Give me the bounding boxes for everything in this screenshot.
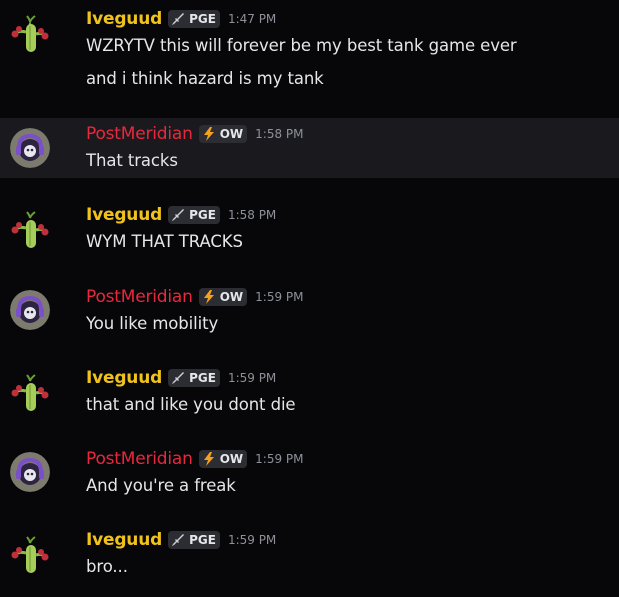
message-header: Iveguud PGE 1:58 PM [86,204,619,226]
lightning-icon [202,452,216,466]
message-text: that and like you dont die [86,395,296,414]
chat-messages: Iveguud PGE 1:47 PM WZRYTV this will for… [0,0,619,597]
cactus-avatar-icon[interactable] [10,533,50,573]
tag-label: OW [219,290,244,304]
sword-icon [171,371,185,385]
message-header: Iveguud PGE 1:59 PM [86,367,619,389]
sword-icon [171,208,185,222]
message-1[interactable]: Iveguud PGE 1:47 PM WZRYTV this will for… [0,8,619,96]
guild-tag[interactable]: PGE [168,369,220,387]
username[interactable]: Iveguud [86,530,162,550]
message-text: You like mobility [86,314,219,333]
cactus-avatar-icon[interactable] [10,208,50,248]
message-text: And you're a freak [86,476,236,495]
message-text: That tracks [86,151,178,170]
tag-label: PGE [189,12,216,26]
message-text: bro... [86,557,128,576]
guild-tag[interactable]: OW [198,288,248,306]
timestamp[interactable]: 1:59 PM [255,452,303,466]
username[interactable]: PostMeridian [86,449,193,469]
timestamp[interactable]: 1:59 PM [228,533,276,547]
message-header: Iveguud PGE 1:59 PM [86,529,619,551]
username[interactable]: PostMeridian [86,124,193,144]
sword-icon [171,12,185,26]
message-header: Iveguud PGE 1:47 PM [86,8,619,30]
message-4[interactable]: PostMeridian OW 1:59 PM You like mobilit… [0,286,619,342]
username[interactable]: Iveguud [86,205,162,225]
tag-label: PGE [189,208,216,222]
tag-label: PGE [189,533,216,547]
guild-tag[interactable]: OW [198,125,248,143]
headset-avatar-icon[interactable] [10,128,50,168]
message-header: PostMeridian OW 1:58 PM [86,123,619,145]
cactus-avatar-icon[interactable] [10,12,50,52]
tag-label: OW [219,452,244,466]
message-header: PostMeridian OW 1:59 PM [86,286,619,308]
username[interactable]: Iveguud [86,9,162,29]
username[interactable]: Iveguud [86,368,162,388]
timestamp[interactable]: 1:59 PM [228,371,276,385]
guild-tag[interactable]: OW [198,450,248,468]
message-text: WZRYTV this will forever be my best tank… [86,36,517,55]
lightning-icon [202,127,216,141]
headset-avatar-icon[interactable] [10,290,50,330]
timestamp[interactable]: 1:47 PM [228,12,276,26]
guild-tag[interactable]: PGE [168,531,220,549]
tag-label: PGE [189,371,216,385]
message-text: and i think hazard is my tank [86,69,324,88]
username[interactable]: PostMeridian [86,287,193,307]
timestamp[interactable]: 1:59 PM [255,290,303,304]
cactus-avatar-icon[interactable] [10,371,50,411]
message-2[interactable]: PostMeridian OW 1:58 PM That tracks [0,118,619,178]
headset-avatar-icon[interactable] [10,452,50,492]
sword-icon [171,533,185,547]
message-header: PostMeridian OW 1:59 PM [86,448,619,470]
guild-tag[interactable]: PGE [168,10,220,28]
message-7[interactable]: Iveguud PGE 1:59 PM bro... [0,529,619,585]
timestamp[interactable]: 1:58 PM [228,208,276,222]
lightning-icon [202,290,216,304]
message-5[interactable]: Iveguud PGE 1:59 PM that and like you do… [0,367,619,423]
timestamp[interactable]: 1:58 PM [255,127,303,141]
tag-label: OW [219,127,244,141]
message-text: WYM THAT TRACKS [86,232,243,251]
guild-tag[interactable]: PGE [168,206,220,224]
message-3[interactable]: Iveguud PGE 1:58 PM WYM THAT TRACKS [0,204,619,260]
message-6[interactable]: PostMeridian OW 1:59 PM And you're a fre… [0,448,619,504]
